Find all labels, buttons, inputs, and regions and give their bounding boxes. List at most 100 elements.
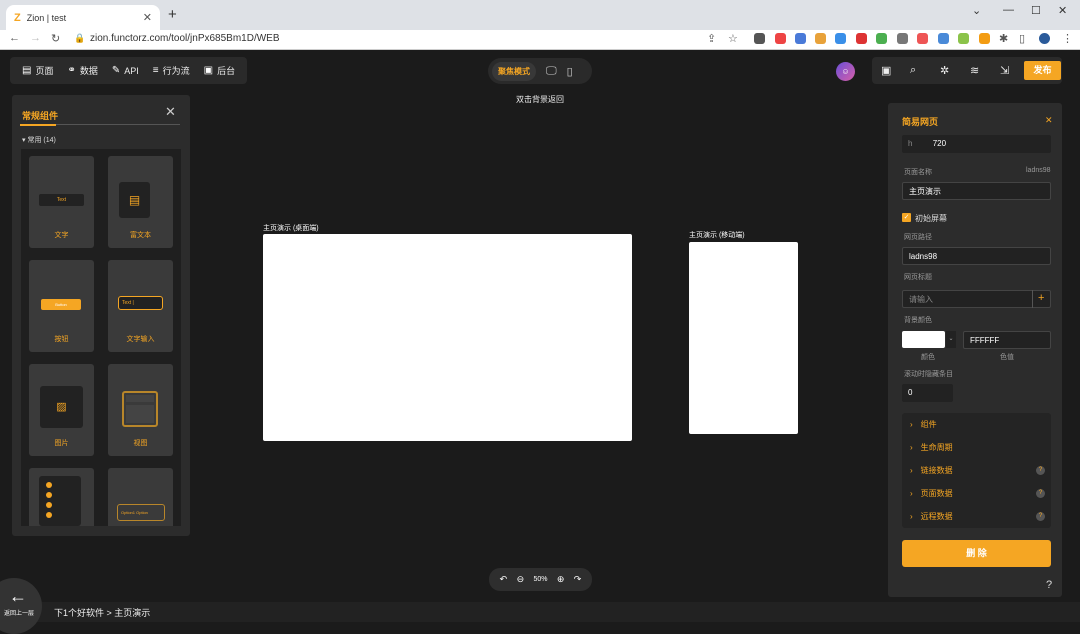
initial-screen-checkbox[interactable]: ✓ [902, 213, 911, 222]
extension-icon[interactable] [958, 33, 969, 44]
window-close-icon[interactable]: ✕ [1058, 4, 1067, 17]
extension-icon[interactable] [856, 33, 867, 44]
chevron-right-icon: › [910, 442, 913, 452]
help-icon[interactable]: ? [1036, 465, 1045, 475]
publish-button[interactable]: 发布 [1024, 61, 1061, 80]
chevron-right-icon: › [910, 488, 913, 498]
save-icon[interactable]: ▣ [881, 64, 891, 77]
color-swatch[interactable] [902, 331, 945, 348]
extension-icon[interactable] [835, 33, 846, 44]
extension-icon[interactable] [795, 33, 806, 44]
color-dropdown-icon[interactable]: ⌄ [946, 331, 956, 348]
help-icon[interactable]: ? [1036, 511, 1045, 521]
browser-tab[interactable]: Z Zion | test ✕ [6, 5, 160, 30]
component-panel-title[interactable]: 常规组件 [22, 109, 58, 122]
component-label: 按钮 [54, 336, 69, 343]
url-field[interactable]: 🔒 zion.functorz.com/tool/jnPx685Bm1D/WEB [72, 33, 694, 47]
section-link-data[interactable]: › 链接数据 ? [902, 459, 1051, 481]
desktop-canvas[interactable] [263, 234, 632, 441]
group-label: 常用 (14) [27, 137, 56, 144]
page-path-input[interactable]: ladns98 [902, 247, 1051, 265]
zoom-in-icon[interactable]: ⊕ [557, 574, 565, 585]
profile-icon[interactable] [1039, 33, 1050, 44]
back-nav-icon[interactable]: ← [9, 32, 20, 44]
tab-close-icon[interactable]: ✕ [143, 11, 152, 24]
nav-item-backend[interactable]: ▣ 后台 [204, 64, 235, 77]
new-tab-icon[interactable]: + [168, 6, 177, 23]
close-properties-icon[interactable]: ✕ [1045, 115, 1053, 126]
section-remote-data[interactable]: › 远程数据 ? [902, 505, 1051, 527]
bookmark-star-icon[interactable]: ☆ [728, 32, 738, 45]
scroll-hide-input[interactable]: 0 [902, 384, 953, 402]
zoom-out-icon[interactable]: ⊖ [517, 574, 525, 585]
nav-item-page[interactable]: ▤ 页面 [22, 64, 53, 77]
undo-icon[interactable]: ↶ [500, 574, 508, 585]
section-components[interactable]: › 组件 [902, 413, 1051, 435]
nav-label: 后台 [217, 66, 236, 76]
maximize-icon[interactable]: ☐ [1031, 4, 1041, 17]
nav-item-data[interactable]: ⚭ 数据 [67, 64, 97, 77]
close-panel-icon[interactable]: ✕ [165, 104, 176, 120]
component-card-richtext[interactable]: ▤ 富文本 [108, 156, 173, 248]
list-dot [46, 482, 52, 488]
extension-icon[interactable] [754, 33, 765, 44]
nav-item-flow[interactable]: ≡ 行为流 [153, 64, 190, 77]
side-panel-icon[interactable]: ▯ [1019, 32, 1025, 45]
delete-button[interactable]: 删 除 [902, 540, 1051, 567]
focus-mode-button[interactable]: 聚焦模式 [492, 61, 536, 81]
color-value-input[interactable]: FFFFFF [963, 331, 1051, 349]
component-card-view[interactable]: 视图 [108, 364, 173, 456]
page-name-label: 页面名称 [904, 169, 932, 176]
extension-icon[interactable] [979, 33, 990, 44]
component-card-text[interactable]: Text 文字 [29, 156, 94, 248]
extension-icon[interactable] [775, 33, 786, 44]
mobile-icon[interactable]: ▯ [567, 65, 573, 78]
export-icon[interactable]: ⇲ [1000, 64, 1009, 77]
view-icon-part [126, 405, 154, 423]
component-card-button[interactable]: Button 按钮 [29, 260, 94, 352]
zion-logo-icon: Z [14, 11, 21, 24]
tab-search-icon[interactable]: ⌄ [972, 4, 981, 17]
component-card-text-input[interactable]: Text | 文字输入 [108, 260, 173, 352]
component-card-select[interactable]: Option1 Option [108, 468, 173, 526]
extension-icon[interactable] [876, 33, 887, 44]
image-icon: ▨ [40, 386, 83, 428]
height-field[interactable]: h 720 [902, 135, 1051, 153]
minimize-icon[interactable]: — [1003, 4, 1014, 16]
back-arrow-icon[interactable]: ← [9, 586, 27, 607]
page-title-input[interactable]: 请输入 [902, 290, 1051, 308]
extensions-puzzle-icon[interactable]: ✱ [999, 32, 1008, 45]
page-name-input[interactable]: 主页演示 [902, 182, 1051, 200]
help-icon[interactable]: ? [1036, 488, 1045, 498]
height-value: 720 [932, 139, 947, 148]
zoom-level: 50% [533, 576, 548, 583]
extension-icon[interactable] [897, 33, 908, 44]
back-label[interactable]: 返回上一层 [4, 608, 34, 617]
user-avatar[interactable]: ☺ [836, 62, 855, 81]
component-card-list[interactable] [29, 468, 94, 526]
lock-icon: 🔒 [74, 33, 86, 43]
component-group-header[interactable]: ▾ 常用 (14) [22, 135, 56, 145]
search-icon[interactable]: ⌕ [910, 64, 916, 77]
browser-menu-icon[interactable]: ⋮ [1062, 32, 1073, 45]
component-card-image[interactable]: ▨ 图片 [29, 364, 94, 456]
help-icon[interactable]: ? [1046, 579, 1052, 591]
extension-icon[interactable] [938, 33, 949, 44]
reload-icon[interactable]: ↻ [51, 32, 60, 45]
forward-nav-icon[interactable]: → [30, 32, 41, 44]
extension-icon[interactable] [917, 33, 928, 44]
list-dot [46, 512, 52, 518]
add-variable-icon[interactable]: + [1038, 292, 1044, 304]
view-icon [122, 391, 158, 427]
extension-icon[interactable] [815, 33, 826, 44]
section-page-data[interactable]: › 页面数据 ? [902, 482, 1051, 504]
share-icon[interactable]: ⇪ [707, 32, 716, 45]
mobile-canvas[interactable] [689, 242, 798, 434]
section-lifecycle[interactable]: › 生命周期 [902, 436, 1051, 458]
debug-icon[interactable]: ✲ [940, 64, 949, 77]
chevron-right-icon: › [910, 419, 913, 429]
desktop-icon[interactable]: 🖵 [546, 65, 557, 78]
nav-item-api[interactable]: ✎ API [112, 65, 139, 76]
database-icon[interactable]: ≋ [970, 64, 979, 77]
redo-icon[interactable]: ↷ [574, 574, 582, 585]
